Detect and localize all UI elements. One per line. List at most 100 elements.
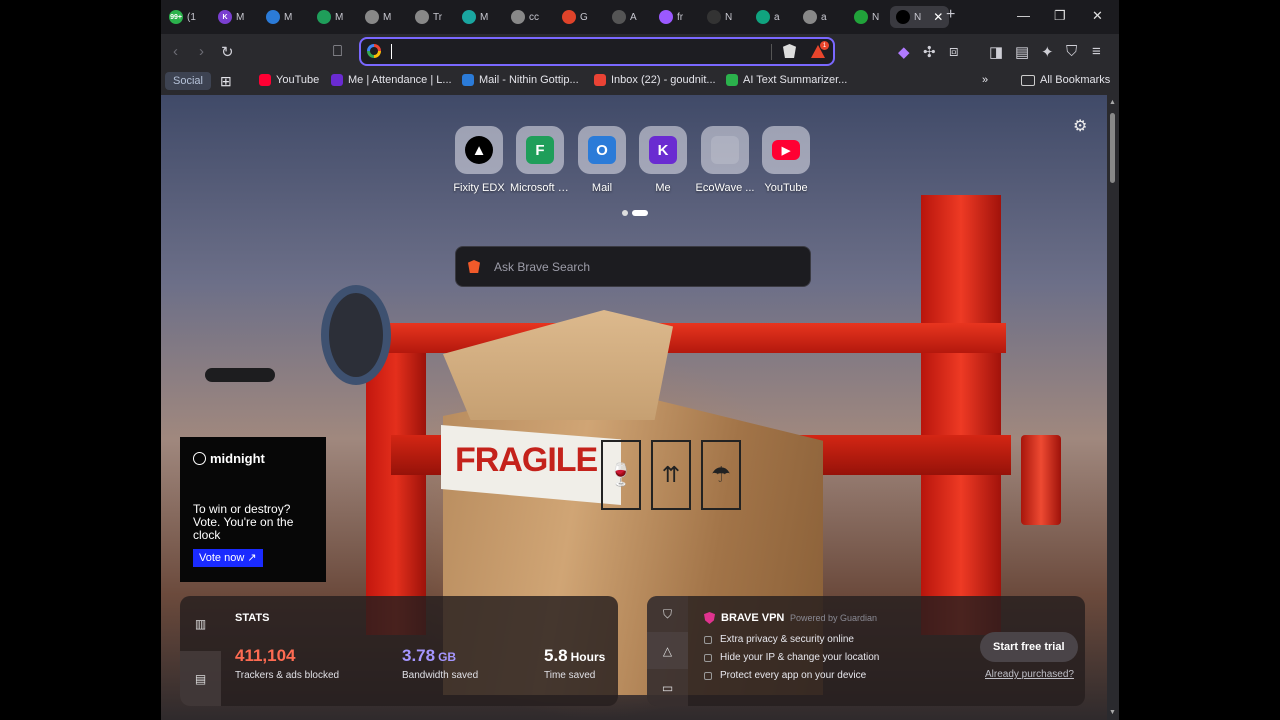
browser-tab[interactable]: M <box>462 6 488 28</box>
tab-title: (1 <box>187 11 196 23</box>
address-input[interactable] <box>393 42 753 61</box>
sidebar-icon[interactable]: ◨ <box>989 43 1003 61</box>
menu-icon[interactable]: ≡ <box>1092 43 1101 60</box>
site-logo-icon: K <box>649 136 677 164</box>
top-site-icon-frame[interactable]: O <box>578 126 626 174</box>
pager-dot-active[interactable] <box>632 210 648 216</box>
vpn-feature: Hide your IP & change your location <box>704 652 879 663</box>
notes-icon[interactable]: ▤ <box>180 651 221 706</box>
settings-gear-icon[interactable]: ⚙ <box>1073 116 1087 136</box>
browser-tab[interactable]: fr <box>659 6 683 28</box>
maximize-button[interactable]: ❐ <box>1054 8 1066 24</box>
tab-favicon-icon <box>803 10 817 24</box>
bookmark-label: AI Text Summarizer... <box>743 74 848 86</box>
promo-brand-label: midnight <box>210 451 265 466</box>
close-window-button[interactable]: ✕ <box>1092 8 1103 24</box>
scroll-down-icon[interactable]: ▼ <box>1109 709 1116 716</box>
tab-favicon-icon <box>896 10 910 24</box>
all-bookmarks[interactable]: All Bookmarks <box>1021 74 1110 86</box>
bookmark-item[interactable]: AI Text Summarizer... <box>726 74 847 86</box>
vpn-shield-icon <box>704 612 715 624</box>
up-arrows-icon: ⇈ <box>651 440 691 510</box>
top-site-icon-frame[interactable]: ▶ <box>762 126 810 174</box>
browser-tab[interactable]: N <box>854 6 879 28</box>
bookmark-item[interactable]: Mail - Nithin Gottip... <box>462 74 579 86</box>
brave-search-box[interactable] <box>455 246 811 287</box>
bandwidth-value: 3.78 <box>402 646 436 665</box>
search-input[interactable] <box>494 257 794 277</box>
bookmark-item[interactable]: YouTube <box>259 74 319 86</box>
scrollbar[interactable]: ▲ ▼ <box>1107 95 1119 720</box>
top-site-icon-frame[interactable]: K <box>639 126 687 174</box>
brave-shields-icon[interactable] <box>783 44 796 58</box>
bookmark-favicon-icon <box>259 74 271 86</box>
browser-tab[interactable]: cc <box>511 6 539 28</box>
tab-title: M <box>236 11 245 23</box>
wallet-extension-icon[interactable]: ◆ <box>898 43 910 61</box>
top-site-tile[interactable]: F Microsoft F... <box>510 126 570 194</box>
browser-tab[interactable]: M <box>266 6 292 28</box>
back-icon[interactable]: ‹ <box>173 43 178 60</box>
top-site-tile[interactable]: K Me <box>633 126 693 194</box>
browser-tab[interactable]: KM <box>218 6 244 28</box>
browser-tab[interactable]: a <box>803 6 827 28</box>
browser-tab[interactable]: 99+ (1 <box>169 6 196 28</box>
top-site-tile[interactable]: O Mail <box>572 126 632 194</box>
shield-icon[interactable]: ⛉ <box>647 596 688 632</box>
start-free-trial-button[interactable]: Start free trial <box>980 632 1078 662</box>
vpn-icon[interactable]: ⛉ <box>1066 43 1077 60</box>
extensions-icon[interactable]: ✣ <box>923 43 936 61</box>
wallet-icon[interactable]: ▤ <box>1015 43 1029 61</box>
more-bookmarks-icon[interactable]: » <box>982 74 988 86</box>
pager-dot[interactable] <box>622 210 628 216</box>
bookmark-folder-social[interactable]: Social <box>165 72 211 90</box>
vpn-title: BRAVE VPN <box>704 612 784 624</box>
top-site-tile[interactable]: EcoWave ... <box>695 126 755 194</box>
stat-bandwidth: 3.78 GB Bandwidth saved <box>402 646 478 681</box>
bookmark-icon[interactable]: ⎕ <box>333 43 342 60</box>
browser-tab[interactable]: G <box>562 6 588 28</box>
top-site-tile[interactable]: ▲ Fixity EDX <box>449 126 509 194</box>
forward-icon[interactable]: › <box>199 43 204 60</box>
reload-icon[interactable]: ↻ <box>221 43 234 61</box>
already-purchased-link[interactable]: Already purchased? <box>985 669 1074 680</box>
top-site-icon-frame[interactable]: ▲ <box>455 126 503 174</box>
tab-favicon-icon: 99+ <box>169 10 183 24</box>
scrollbar-thumb[interactable] <box>1110 113 1115 183</box>
browser-tab[interactable]: Tr <box>415 6 442 28</box>
warning-icon[interactable]: △ <box>647 632 688 669</box>
browser-tab[interactable]: a <box>756 6 780 28</box>
stats-chart-icon[interactable]: ▥ <box>180 596 221 651</box>
bookmarks-bar: Social ⊞ YouTube Me | Attendance | L... Ma… <box>161 70 1119 94</box>
minimize-button[interactable]: — <box>1017 8 1030 23</box>
address-bar[interactable]: 1 <box>359 37 835 66</box>
bookmark-item[interactable]: Me | Attendance | L... <box>331 74 452 86</box>
leo-ai-icon[interactable]: ✦ <box>1041 43 1054 61</box>
new-tab-button[interactable]: + <box>946 6 955 24</box>
top-site-icon-frame[interactable]: F <box>516 126 564 174</box>
browser-tab[interactable]: M <box>317 6 343 28</box>
stats-rail: ▥ ▤ <box>180 596 221 706</box>
background-press <box>921 195 1001 635</box>
tab-close-icon[interactable]: ✕ <box>933 10 943 24</box>
top-site-icon-frame[interactable] <box>701 126 749 174</box>
tab-favicon-icon <box>707 10 721 24</box>
youtube-play-icon: ▶ <box>772 140 800 160</box>
vote-now-button[interactable]: Vote now ↗ <box>193 549 263 567</box>
top-site-tile[interactable]: ▶ YouTube <box>756 126 816 194</box>
midnight-promo-card[interactable]: midnight To win or destroy? Vote. You're… <box>180 437 326 582</box>
browser-tab[interactable]: M <box>365 6 391 28</box>
google-icon <box>367 44 381 58</box>
tab-title: cc <box>529 11 539 23</box>
browser-tab[interactable]: N <box>707 6 732 28</box>
bookmark-label: Me | Attendance | L... <box>348 74 452 86</box>
scroll-up-icon[interactable]: ▲ <box>1109 99 1116 106</box>
screenshot-icon[interactable]: ⧈ <box>949 43 959 60</box>
toolbar: ‹ › ↻ ⎕ 1 ◆ ✣ ⧈ ◨ ▤ ✦ ⛉ ≡ <box>161 34 1119 70</box>
video-icon[interactable]: ▭ <box>647 669 688 706</box>
new-tab-page: FRAGILE 🍷 ⇈ ☂ ⚙ ▲ Fixity EDX F Microsoft F.… <box>161 95 1107 720</box>
bookmark-item[interactable]: Inbox (22) - goudnit... <box>594 74 716 86</box>
browser-tab[interactable]: A <box>612 6 637 28</box>
browser-tab[interactable]: N ✕ <box>890 6 950 28</box>
apps-grid-icon[interactable]: ⊞ <box>220 73 232 90</box>
